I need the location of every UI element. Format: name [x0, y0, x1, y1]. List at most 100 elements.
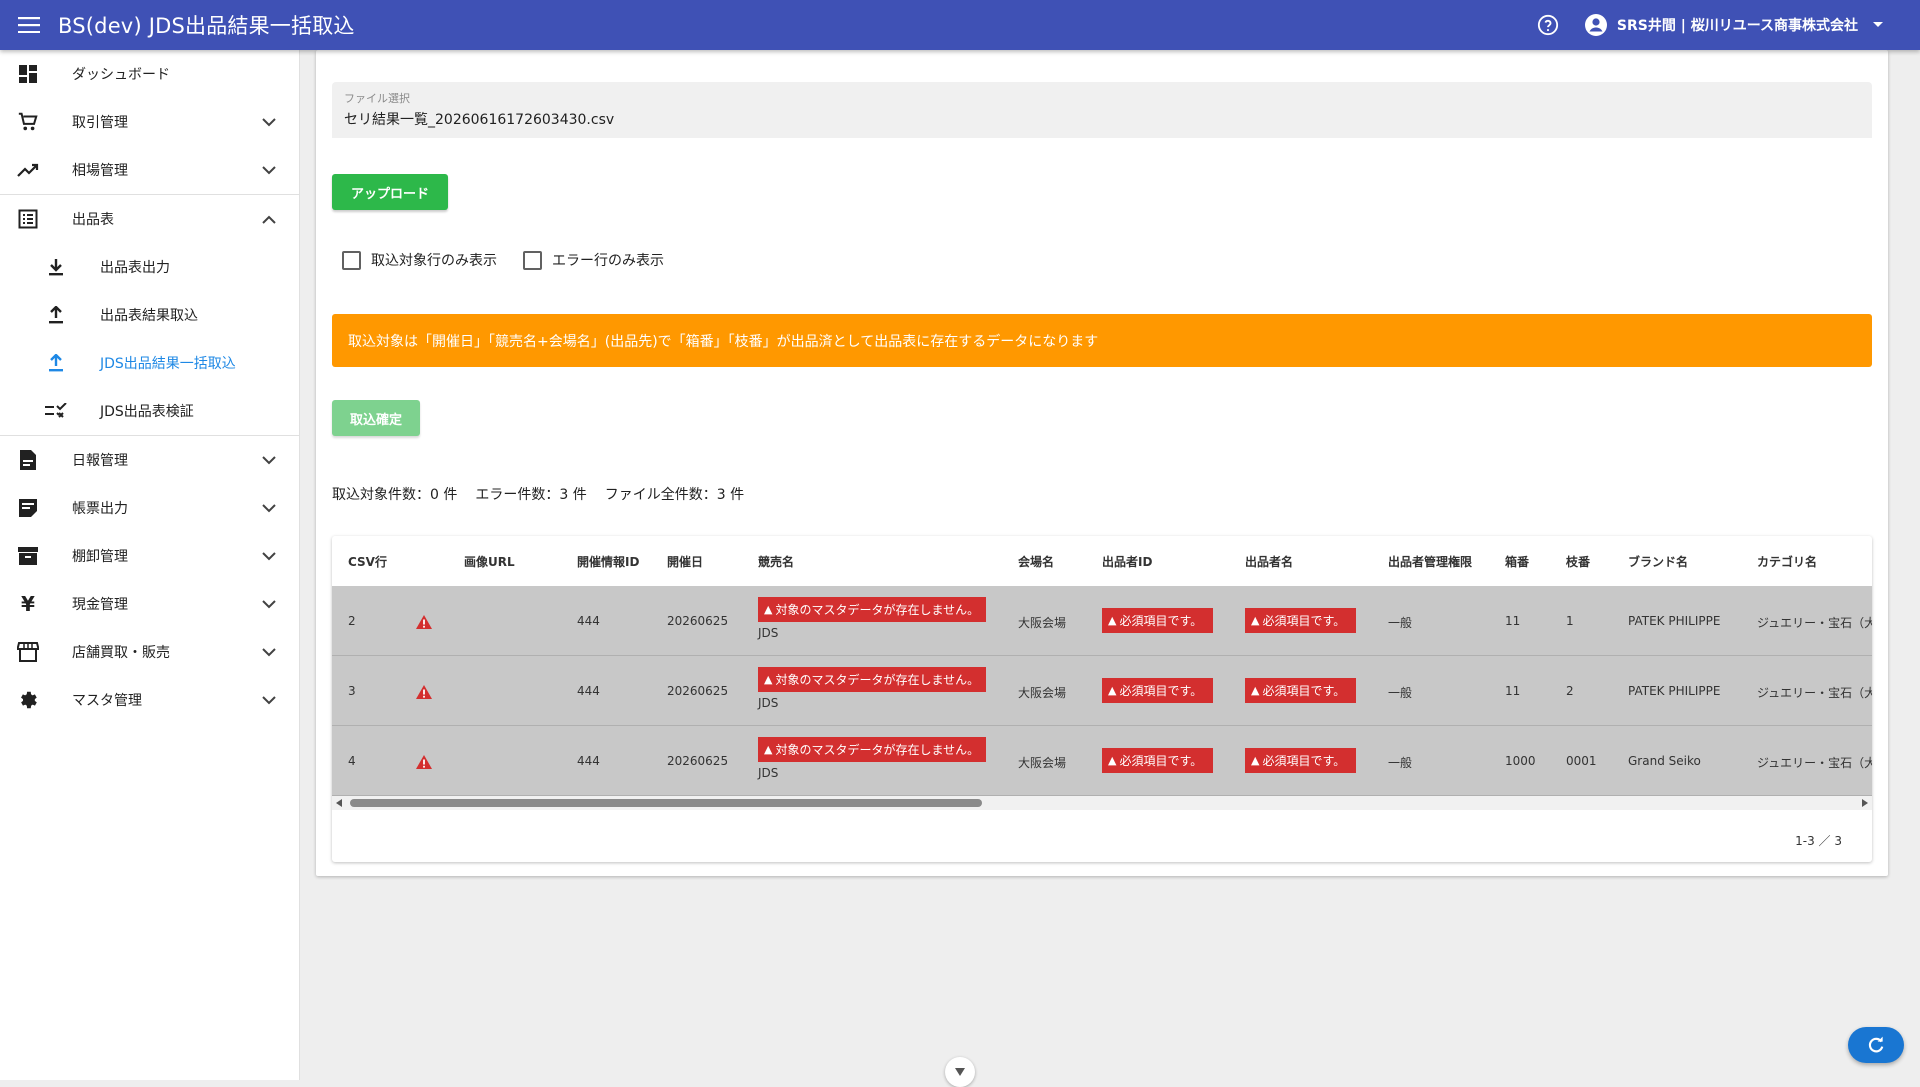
count-total: ファイル全件数：3 件: [604, 487, 745, 503]
sidebar-item-listing[interactable]: 出品表: [0, 195, 299, 243]
file-select-field[interactable]: ファイル選択 セリ結果一覧_20260616172603430.csv: [332, 82, 1872, 138]
yen-icon: ¥: [21, 592, 35, 616]
download-icon: [44, 255, 68, 279]
confirm-import-button[interactable]: 取込確定: [332, 400, 420, 436]
import-card: ファイル選択 セリ結果一覧_20260616172603430.csv アップロ…: [316, 50, 1888, 876]
account-icon[interactable]: [1583, 12, 1609, 38]
cell-brand: PATEK PHILIPPE: [1628, 614, 1721, 628]
cell-csv-row: 4: [348, 754, 356, 768]
help-icon[interactable]: [1533, 10, 1563, 40]
menu-icon[interactable]: [0, 0, 58, 50]
table-row[interactable]: 3 444 20260625 ▲ 対象のマスタデータが存在しません。 JDS 大阪…: [332, 656, 1872, 726]
header-venue[interactable]: 会場名: [1018, 553, 1054, 570]
error-chip: ▲ 必須項目です。: [1245, 608, 1356, 633]
report-icon: [16, 496, 40, 520]
cell-category: ジュエリー・宝石（大: [1757, 756, 1872, 770]
user-name[interactable]: SRS井間 | 桜川リユース商事株式会社: [1617, 15, 1858, 35]
sidebar-item-dashboard[interactable]: ダッシュボード: [0, 50, 299, 98]
cell-auction: JDS: [758, 626, 779, 640]
cell-auction: JDS: [758, 696, 779, 710]
checkbox-label: エラー行のみ表示: [552, 253, 664, 269]
error-chip: ▲ 必須項目です。: [1245, 748, 1356, 773]
header-branch[interactable]: 枝番: [1566, 553, 1590, 570]
header-permission[interactable]: 出品者管理権限: [1388, 553, 1472, 570]
cell-permission: 一般: [1388, 686, 1413, 700]
app-bar: BS(dev) JDS出品結果一括取込 SRS井間 | 桜川リユース商事株式会社: [0, 0, 1920, 50]
header-box[interactable]: 箱番: [1505, 553, 1529, 570]
header-csv-row[interactable]: CSV行: [348, 553, 387, 570]
checklist-icon: [44, 399, 68, 423]
sidebar-item-cash[interactable]: ¥ 現金管理: [0, 580, 299, 628]
scroll-down-button[interactable]: [945, 1057, 975, 1087]
sidebar-item-inventory[interactable]: 棚卸管理: [0, 532, 299, 580]
error-chip: ▲ 対象のマスタデータが存在しません。: [758, 597, 986, 622]
cell-venue: 大阪会場: [1018, 686, 1067, 700]
warning-icon: [416, 685, 432, 699]
upload-button[interactable]: アップロード: [332, 174, 448, 210]
show-target-only-checkbox[interactable]: 取込対象行のみ表示: [342, 250, 497, 270]
upload-icon: [44, 303, 68, 327]
sidebar-item-listing-result-import[interactable]: 出品表結果取込: [0, 291, 299, 339]
horizontal-scrollbar[interactable]: [332, 796, 1872, 810]
count-error: エラー件数：3 件: [475, 487, 587, 503]
warning-icon: ▲: [1108, 754, 1117, 767]
sidebar-item-report-output[interactable]: 帳票出力: [0, 484, 299, 532]
store-icon: [16, 640, 40, 664]
header-seller-id[interactable]: 出品者ID: [1102, 553, 1152, 570]
header-event-id[interactable]: 開催情報ID: [577, 553, 639, 570]
sidebar-item-market[interactable]: 相場管理: [0, 146, 299, 194]
warning-icon: [416, 615, 432, 629]
header-seller-name[interactable]: 出品者名: [1245, 553, 1293, 570]
sidebar-item-listing-export[interactable]: 出品表出力: [0, 243, 299, 291]
warning-icon: ▲: [764, 673, 773, 686]
checkbox-box[interactable]: [342, 250, 361, 270]
show-error-only-checkbox[interactable]: エラー行のみ表示: [523, 250, 664, 270]
error-chip: ▲ 必須項目です。: [1102, 678, 1213, 703]
cell-category: ジュエリー・宝石（大: [1757, 616, 1872, 630]
cell-csv-row: 2: [348, 614, 356, 628]
cell-venue: 大阪会場: [1018, 616, 1067, 630]
chevron-down-icon: [259, 498, 279, 518]
header-category[interactable]: カテゴリ名: [1757, 553, 1817, 570]
table-header: CSV行 画像URL 開催情報ID 開催日 競売名 会場名 出品者ID 出品者名…: [332, 536, 1872, 586]
scroll-right-arrow-icon[interactable]: [1862, 799, 1868, 807]
checkbox-box[interactable]: [523, 250, 542, 270]
warning-icon: ▲: [764, 603, 773, 616]
header-auction[interactable]: 競売名: [758, 553, 794, 570]
error-chip: ▲ 対象のマスタデータが存在しません。: [758, 667, 986, 692]
header-image-url[interactable]: 画像URL: [464, 553, 515, 570]
sidebar-item-daily-report[interactable]: 日報管理: [0, 436, 299, 484]
sidebar-item-master[interactable]: マスタ管理: [0, 676, 299, 724]
page-title: BS(dev) JDS出品結果一括取込: [58, 14, 355, 38]
caret-down-icon[interactable]: [1870, 17, 1886, 33]
cell-csv-row: 3: [348, 684, 356, 698]
cart-icon: [16, 110, 40, 134]
sidebar-item-jds-verify[interactable]: JDS出品表検証: [0, 387, 299, 435]
cell-date: 20260625: [667, 754, 729, 768]
cell-brand: Grand Seiko: [1628, 754, 1701, 768]
sidebar-item-store[interactable]: 店舗買取・販売: [0, 628, 299, 676]
dashboard-icon: [16, 62, 40, 86]
sidebar-item-transactions[interactable]: 取引管理: [0, 98, 299, 146]
chevron-down-icon: [259, 112, 279, 132]
table-row[interactable]: 2 444 20260625 ▲ 対象のマスタデータが存在しません。 JDS 大阪…: [332, 586, 1872, 656]
sidebar: ダッシュボード 取引管理 相場管理 出品表 出品表出力 出品表結果取込 JDS出…: [0, 50, 300, 1080]
error-chip: ▲ 必須項目です。: [1245, 678, 1356, 703]
warning-icon: ▲: [1251, 684, 1260, 697]
checkbox-label: 取込対象行のみ表示: [371, 253, 497, 269]
upload-icon: [44, 351, 68, 375]
header-brand[interactable]: ブランド名: [1628, 553, 1688, 570]
warning-icon: ▲: [1251, 614, 1260, 627]
header-date[interactable]: 開催日: [667, 553, 703, 570]
scrollbar-thumb[interactable]: [350, 799, 982, 807]
warning-icon: ▲: [1108, 614, 1117, 627]
refresh-button[interactable]: [1848, 1027, 1904, 1063]
scroll-left-arrow-icon[interactable]: [336, 799, 342, 807]
table-row[interactable]: 4 444 20260625 ▲ 対象のマスタデータが存在しません。 JDS 大阪…: [332, 726, 1872, 796]
cell-date: 20260625: [667, 684, 729, 698]
chevron-down-icon: [259, 690, 279, 710]
cell-venue: 大阪会場: [1018, 756, 1067, 770]
sidebar-item-jds-bulk-import[interactable]: JDS出品結果一括取込: [0, 339, 299, 387]
error-chip: ▲ 必須項目です。: [1102, 608, 1213, 633]
archive-icon: [16, 544, 40, 568]
